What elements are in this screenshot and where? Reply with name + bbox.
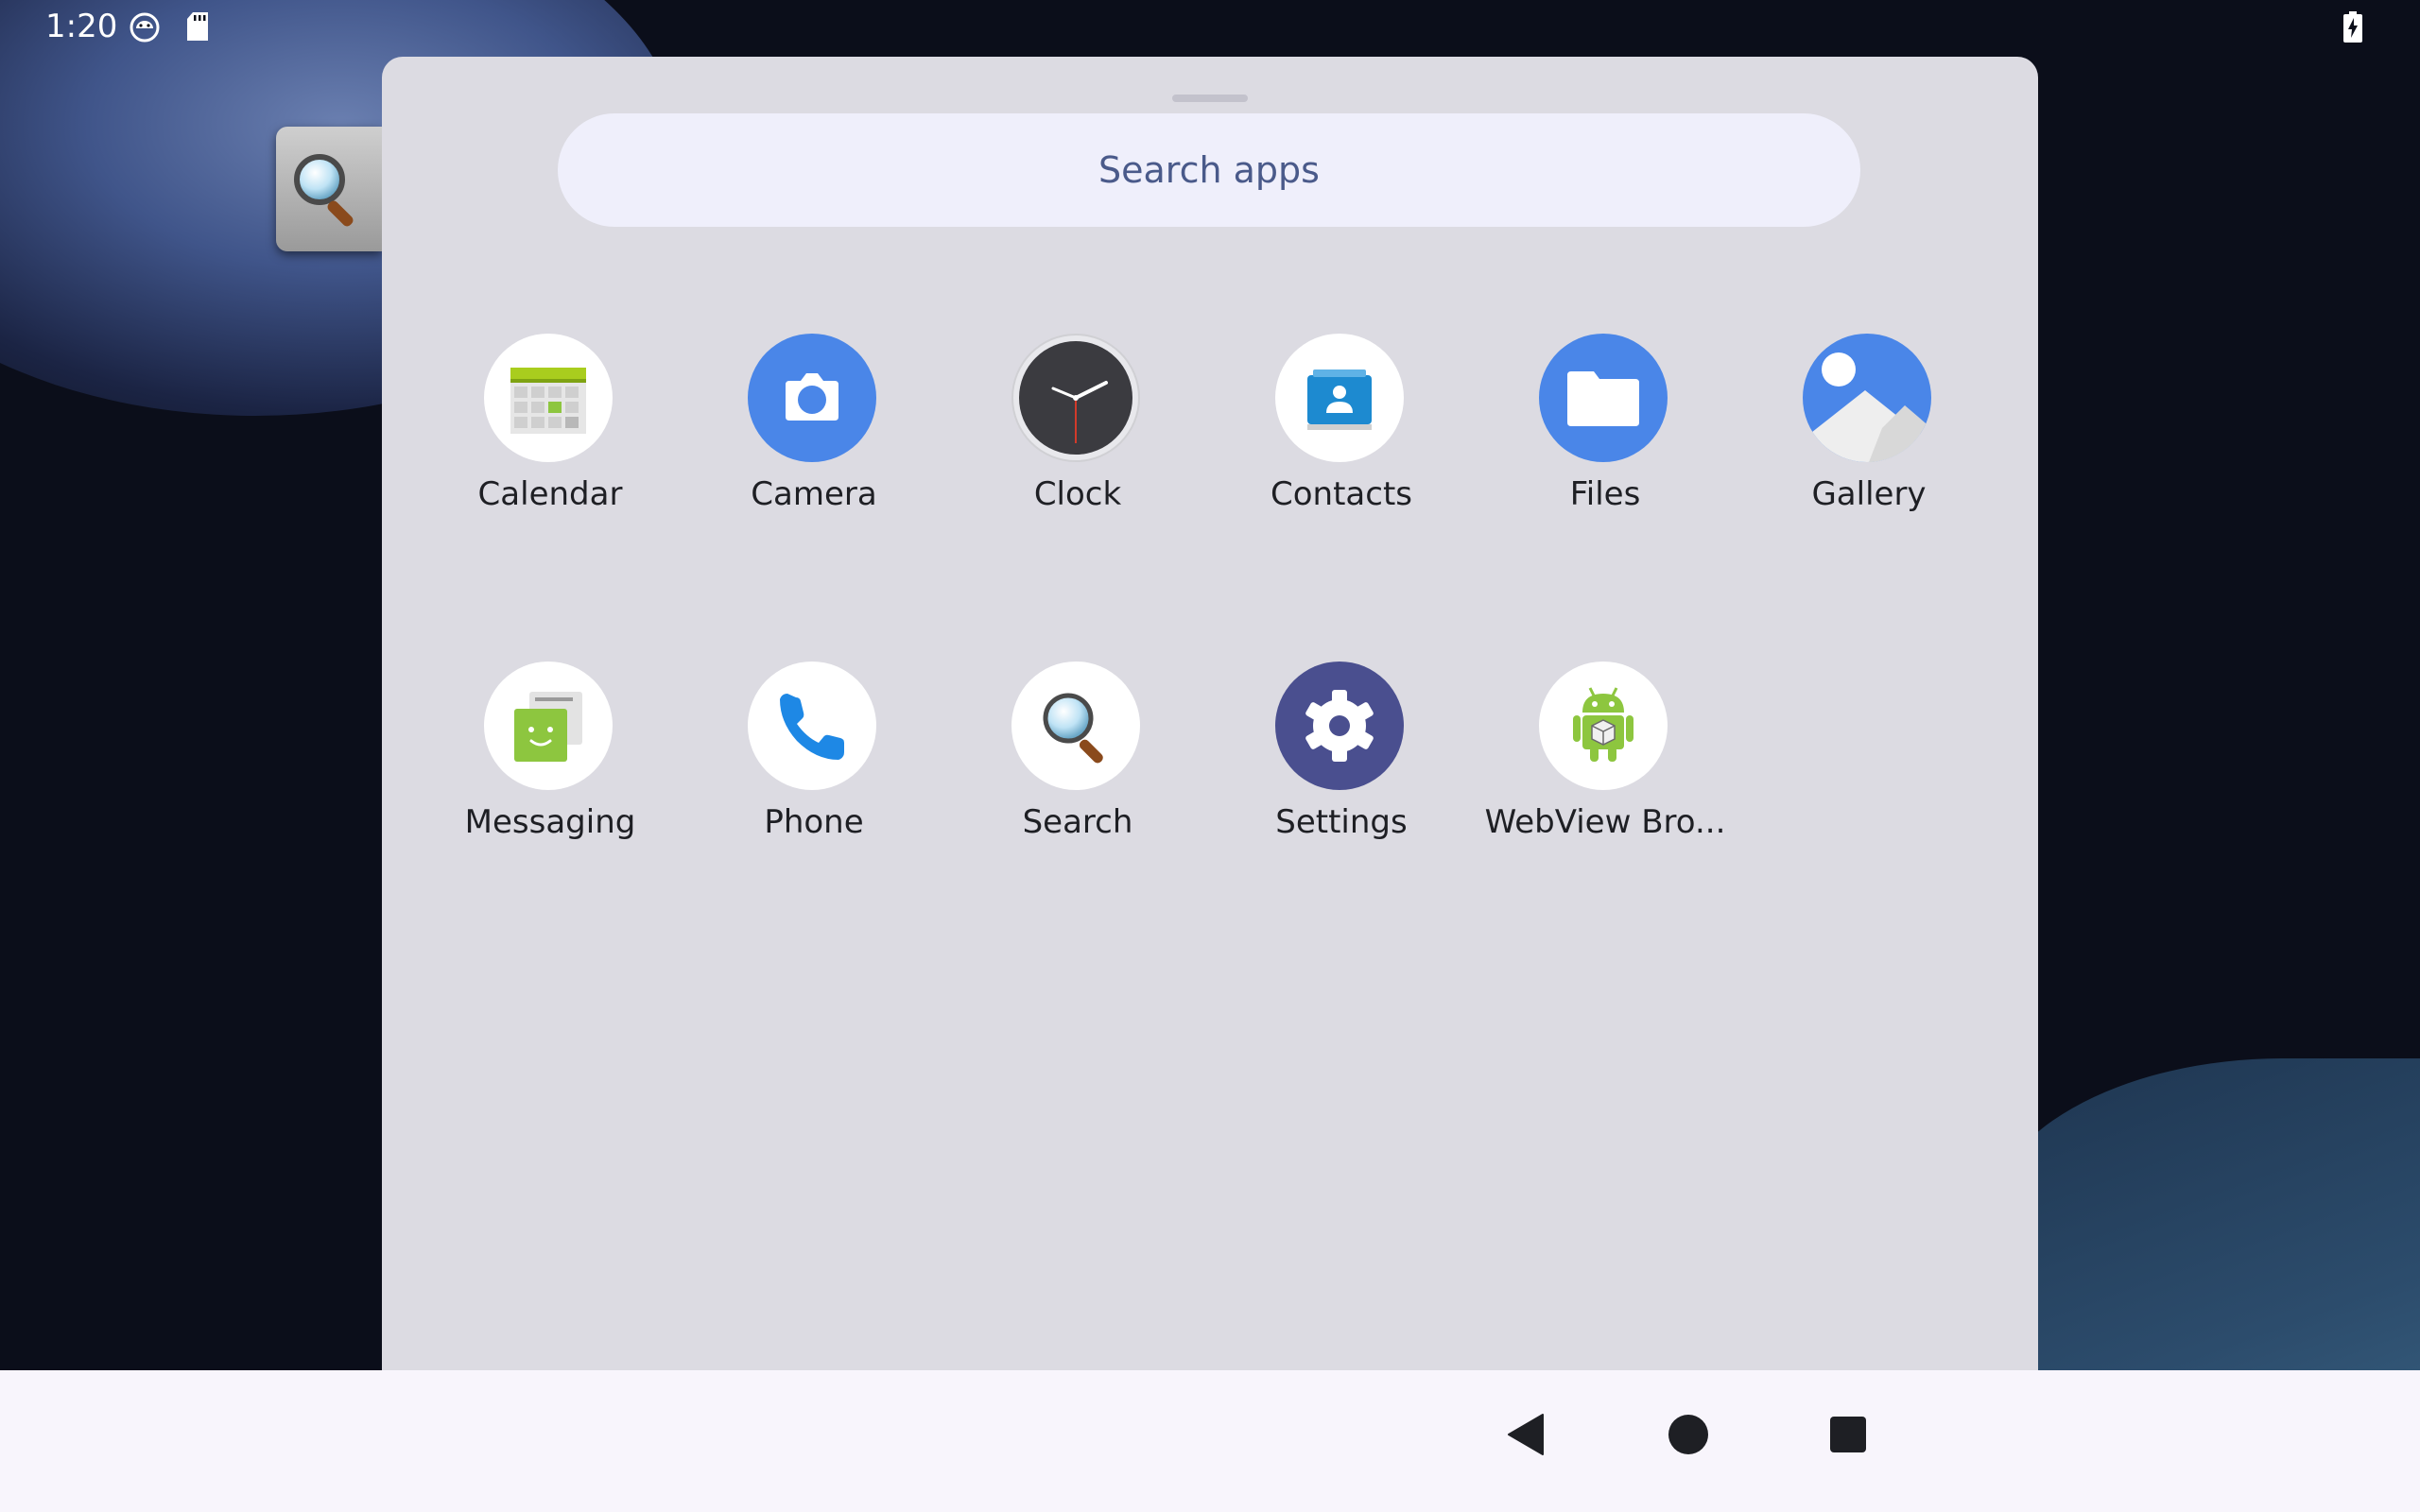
app-camera[interactable]: Camera: [682, 334, 946, 560]
recents-icon[interactable]: [1829, 1413, 1867, 1460]
files-icon: [1539, 334, 1668, 462]
app-contacts[interactable]: Contacts: [1209, 334, 1474, 560]
app-label: WebView Bro...: [1484, 803, 1726, 841]
drag-handle[interactable]: [1172, 94, 1248, 102]
app-label: Messaging: [464, 803, 636, 841]
android-debug-icon: [129, 11, 161, 47]
app-label: Calendar: [477, 475, 623, 513]
webview-android-icon: [1539, 662, 1668, 790]
search-apps-field[interactable]: Search apps: [558, 113, 1860, 227]
app-label: Settings: [1275, 803, 1408, 841]
app-phone[interactable]: Phone: [682, 662, 946, 888]
gallery-icon: [1803, 334, 1931, 462]
app-label: Search: [1022, 803, 1133, 841]
back-icon[interactable]: [1505, 1413, 1547, 1460]
status-bar: 1:20: [0, 0, 2420, 55]
search-placeholder: Search apps: [1098, 149, 1320, 191]
app-label: Clock: [1033, 475, 1122, 513]
magnifier-icon: [294, 154, 354, 227]
home-icon[interactable]: [1668, 1413, 1709, 1460]
battery-charging-icon: [2342, 11, 2363, 47]
contacts-icon: [1275, 334, 1404, 462]
side-search-widget[interactable]: [276, 127, 382, 251]
settings-icon: [1275, 662, 1404, 790]
app-gallery[interactable]: Gallery: [1737, 334, 2001, 560]
calendar-icon: [484, 334, 613, 462]
app-drawer: Search apps Calendar Camera Clock Contac…: [382, 57, 2038, 1370]
messaging-icon: [484, 662, 613, 790]
app-webview-browser[interactable]: WebView Bro...: [1473, 662, 1737, 888]
app-settings[interactable]: Settings: [1209, 662, 1474, 888]
app-label: Camera: [751, 475, 877, 513]
app-calendar[interactable]: Calendar: [418, 334, 683, 560]
navigation-bar: [0, 1370, 2420, 1512]
app-label: Files: [1569, 475, 1641, 513]
camera-icon: [748, 334, 876, 462]
app-messaging[interactable]: Messaging: [418, 662, 683, 888]
app-search[interactable]: Search: [945, 662, 1210, 888]
phone-icon: [748, 662, 876, 790]
search-icon: [1011, 662, 1140, 790]
app-label: Phone: [764, 803, 864, 841]
status-time: 1:20: [45, 8, 118, 45]
app-label: Gallery: [1811, 475, 1927, 513]
home-screen: 1:20 Search apps Calendar Camera Clock C…: [0, 0, 2420, 1512]
app-clock[interactable]: Clock: [945, 334, 1210, 560]
clock-icon: [1011, 334, 1140, 462]
app-files[interactable]: Files: [1473, 334, 1737, 560]
sd-card-icon: [185, 11, 210, 45]
app-label: Contacts: [1270, 475, 1412, 513]
